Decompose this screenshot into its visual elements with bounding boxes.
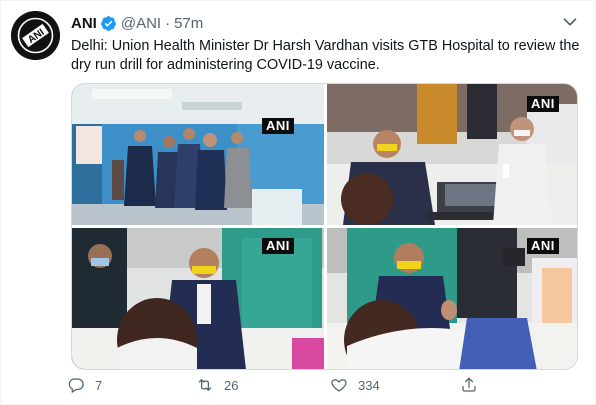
tweet-header: ANI @ANI · 57m (71, 13, 203, 33)
reply-icon (68, 378, 84, 393)
share-button[interactable] (460, 376, 488, 394)
avatar[interactable]: ANI (11, 11, 60, 60)
media-photo-1[interactable]: ANI (72, 84, 324, 225)
media-photo-3[interactable]: ANI (72, 228, 324, 369)
retweet-icon (198, 379, 212, 391)
ani-watermark: ANI (262, 118, 294, 134)
tweet-actions: 7 26 334 (67, 376, 487, 400)
separator-dot: · (165, 14, 171, 32)
photo-1-image (72, 84, 324, 225)
ani-watermark: ANI (527, 238, 559, 254)
verified-badge-icon (100, 15, 116, 31)
media-photo-4[interactable]: ANI (327, 228, 577, 369)
media-photo-2[interactable]: ANI (327, 84, 577, 225)
reply-button[interactable]: 7 (67, 376, 102, 394)
like-button[interactable]: 334 (330, 376, 380, 394)
reply-count: 7 (95, 377, 103, 393)
author-handle[interactable]: @ANI (121, 15, 161, 32)
timestamp[interactable]: 57m (174, 15, 203, 32)
tweet-text: Delhi: Union Health Minister Dr Harsh Va… (71, 38, 580, 73)
like-count: 334 (358, 377, 380, 393)
tweet-card[interactable]: ANI ANI @ANI · 57m Delhi: Union Health M… (0, 0, 596, 405)
chevron-down-icon[interactable] (559, 11, 581, 33)
ani-logo-icon: ANI (11, 11, 60, 60)
ani-watermark: ANI (527, 96, 559, 112)
author-name[interactable]: ANI (71, 15, 97, 32)
heart-icon (331, 379, 347, 392)
media-grid: ANI ANI ANI ANI (71, 83, 578, 370)
share-icon (462, 377, 476, 392)
retweet-count: 26 (224, 377, 239, 393)
retweet-button[interactable]: 26 (196, 376, 238, 394)
ani-watermark: ANI (262, 238, 294, 254)
